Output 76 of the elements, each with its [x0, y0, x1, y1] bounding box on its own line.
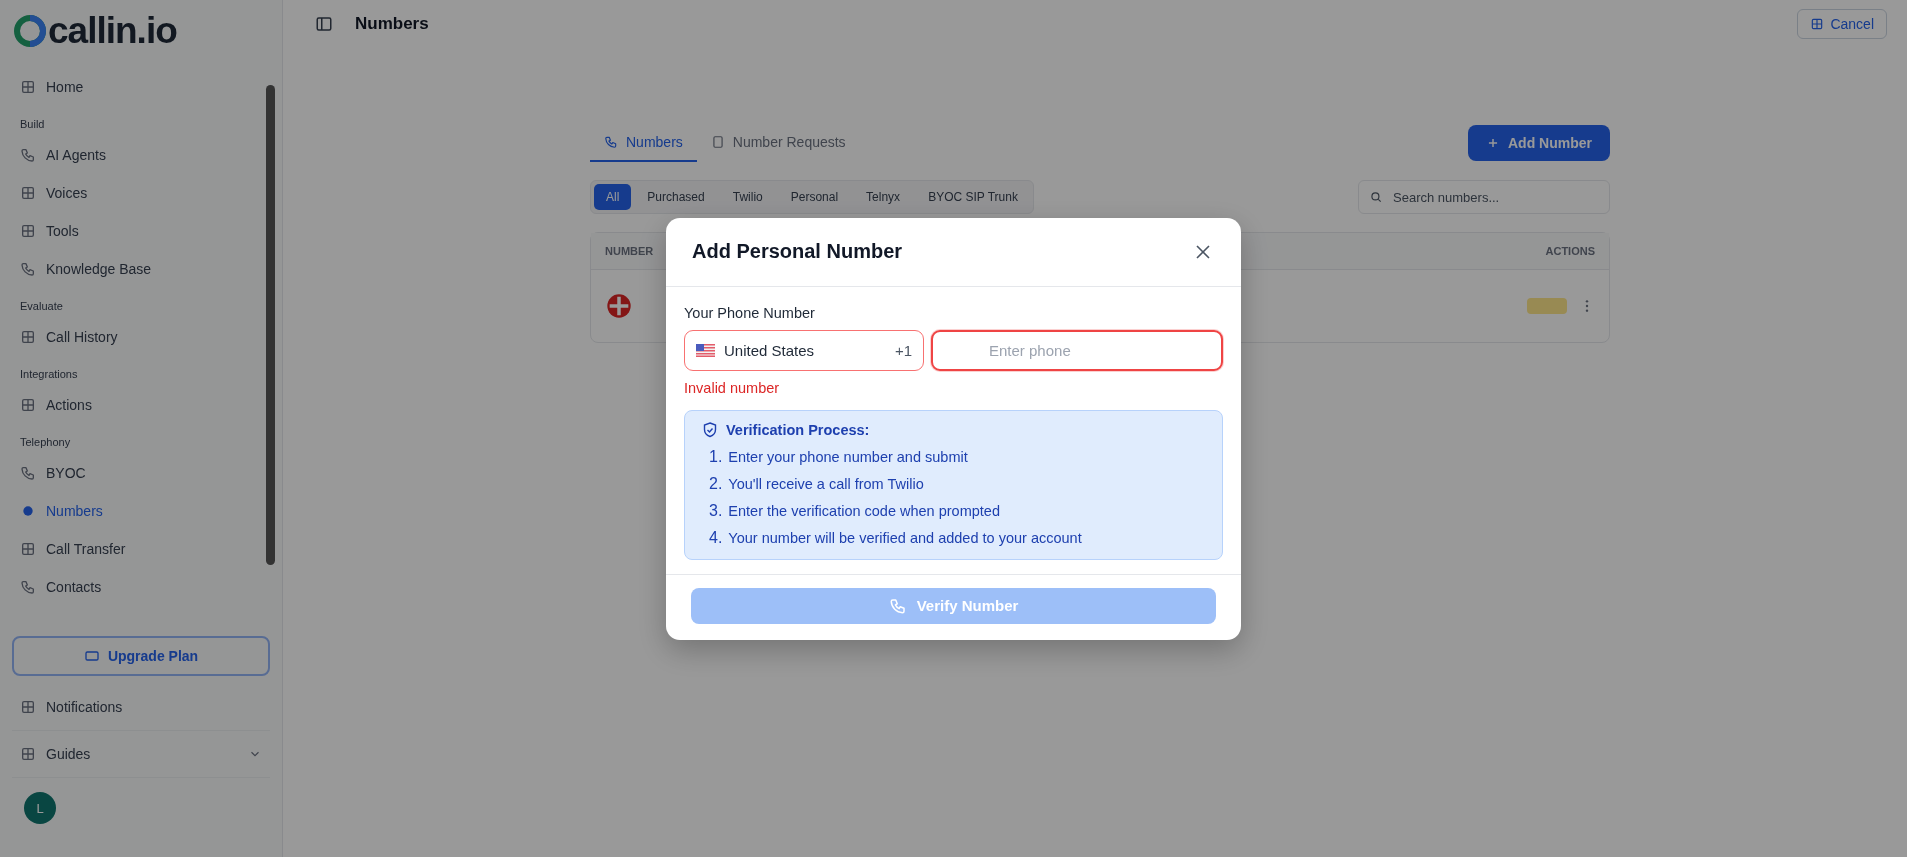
step-text: Enter the verification code when prompted	[728, 501, 1000, 521]
card-icon	[83, 648, 100, 664]
sidebar-item[interactable]: Actions	[12, 386, 252, 424]
country-select[interactable]: United States +1	[684, 329, 924, 371]
grid-icon	[20, 699, 36, 715]
sidebar-item[interactable]: Numbers	[12, 492, 252, 530]
step-text: Enter your phone number and submit	[728, 447, 968, 467]
grid-icon	[20, 541, 36, 557]
grid-icon	[20, 397, 36, 413]
phone-input[interactable]: Enter phone	[931, 329, 1223, 371]
phone-icon	[604, 135, 618, 149]
dot-icon	[20, 503, 36, 519]
section-label: Build	[20, 118, 46, 130]
grid-icon	[20, 223, 36, 239]
phone-icon	[20, 465, 36, 481]
grid-icon	[20, 185, 36, 201]
info-title: Verification Process:	[726, 421, 870, 438]
sidebar-item[interactable]: Tools	[12, 212, 252, 250]
sidebar-item[interactable]: Home	[12, 68, 252, 106]
close-icon	[1195, 243, 1211, 260]
field-label: Your Phone Number	[684, 304, 816, 321]
step-number: 4.	[709, 527, 723, 548]
error-message: Invalid number	[684, 379, 781, 396]
sidebar-item[interactable]: Contacts	[12, 568, 252, 606]
sidebar-item[interactable]: Knowledge Base	[12, 250, 252, 288]
logo-icon	[14, 15, 46, 47]
section-label: Telephony	[20, 436, 72, 448]
phone-icon	[20, 261, 36, 277]
phone-icon	[888, 596, 907, 615]
sidebar-toggle-icon	[315, 15, 333, 33]
column-header: ACTIONS	[1545, 245, 1595, 257]
sidebar-item[interactable]: Voices	[12, 174, 252, 212]
sidebar-item[interactable]: AI Agents	[12, 136, 252, 174]
filter-chip[interactable]: Purchased	[635, 184, 717, 210]
step-number: 2.	[709, 473, 723, 494]
grid-icon	[20, 746, 36, 762]
document-icon	[710, 135, 725, 149]
plus-icon	[1486, 136, 1500, 150]
step-number: 3.	[709, 500, 723, 521]
filter-chip[interactable]: Telnyx	[854, 184, 913, 210]
status-badge	[1527, 298, 1567, 314]
phone-icon	[20, 579, 36, 595]
filter-chip[interactable]: Twilio	[720, 184, 775, 210]
upgrade-button[interactable]: Upgrade Plan	[12, 636, 270, 676]
filter-chip[interactable]: Personal	[778, 184, 851, 210]
tab[interactable]: Numbers	[590, 124, 697, 162]
tab[interactable]: Number Requests	[696, 124, 860, 162]
sidebar-item[interactable]: Notifications	[12, 684, 270, 731]
cancel-button[interactable]: Cancel	[1797, 9, 1887, 39]
grid-icon	[20, 329, 36, 345]
sidebar-item[interactable]: Call Transfer	[12, 530, 252, 568]
search-field[interactable]: Search numbers...	[1358, 180, 1610, 214]
column-header: NUMBER	[605, 245, 654, 257]
section-label: Integrations	[20, 368, 79, 380]
section-label: Evaluate	[20, 300, 64, 312]
page-title: Numbers	[355, 14, 430, 34]
step-text: Your number will be verified and added to your account	[728, 528, 1082, 548]
grid-icon	[20, 79, 36, 95]
logo: callin.io	[14, 10, 270, 52]
sidebar-item[interactable]: BYOC	[12, 454, 252, 492]
flag-icon	[605, 292, 633, 320]
filter-chip[interactable]: All	[594, 184, 632, 210]
grid-icon	[1810, 17, 1825, 31]
user-avatar[interactable]: L	[24, 792, 56, 824]
shield-icon	[703, 421, 717, 438]
flag-icon	[696, 343, 715, 357]
filter-chip[interactable]: BYOC SIP Trunk	[916, 184, 1030, 210]
sidebar-item[interactable]: Call History	[12, 318, 252, 356]
phone-icon	[20, 147, 36, 163]
step-text: You'll receive a call from Twilio	[728, 474, 924, 494]
dialog-title: Add Personal Number	[692, 240, 903, 263]
search-icon	[1369, 190, 1383, 204]
scrollbar[interactable]	[266, 85, 275, 565]
add-number-button[interactable]: Add Number	[1468, 125, 1610, 161]
step-number: 1.	[709, 446, 723, 467]
sidebar-item[interactable]: Guides	[12, 731, 270, 778]
